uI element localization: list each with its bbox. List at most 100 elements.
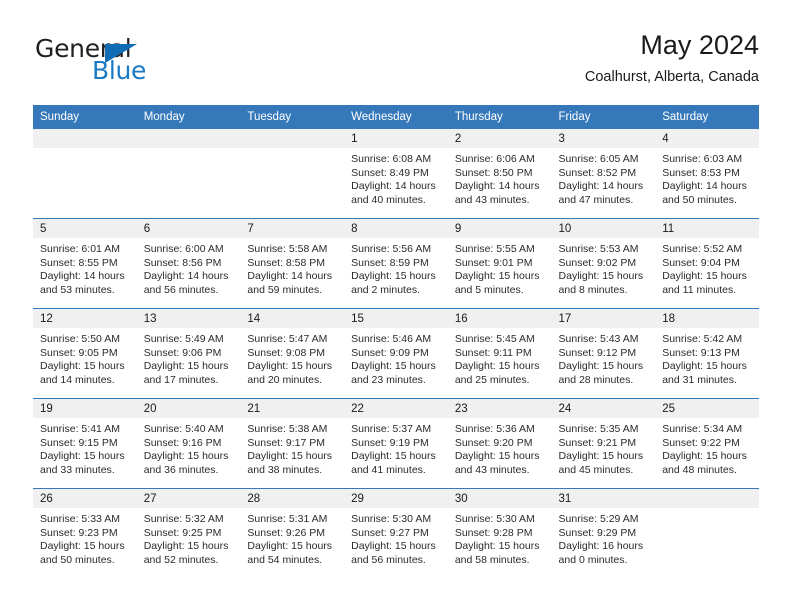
day-details: Sunrise: 5:42 AM Sunset: 9:13 PM Daylight:… bbox=[655, 328, 759, 387]
day-number: 6 bbox=[136, 219, 241, 238]
day-number: 20 bbox=[136, 399, 241, 418]
sunset-text: Sunset: 9:08 PM bbox=[247, 346, 326, 359]
day-details: Sunrise: 5:45 AM Sunset: 9:11 PM Daylight:… bbox=[448, 328, 552, 387]
calendar-day-cell[interactable]: 16 Sunrise: 5:45 AM Sunset: 9:11 PM Dayligh… bbox=[447, 308, 552, 399]
calendar-day-cell[interactable]: 13 Sunrise: 5:49 AM Sunset: 9:06 PM Dayligh… bbox=[136, 308, 241, 399]
day-number: 8 bbox=[344, 219, 448, 238]
sunset-text: Sunset: 9:23 PM bbox=[40, 526, 118, 539]
daylight-text: Daylight: 15 hours and 38 minutes. bbox=[247, 450, 333, 476]
calendar-day-cell[interactable]: 24 Sunrise: 5:35 AM Sunset: 9:21 PM Dayligh… bbox=[551, 398, 656, 489]
calendar-day-cell-empty bbox=[33, 129, 137, 219]
day-details: Sunrise: 5:38 AM Sunset: 9:17 PM Daylight:… bbox=[240, 418, 344, 477]
day-number: 27 bbox=[136, 489, 241, 508]
daylight-text: Daylight: 15 hours and 28 minutes. bbox=[558, 360, 644, 386]
day-number: 21 bbox=[240, 399, 345, 418]
daylight-text: Daylight: 15 hours and 58 minutes. bbox=[454, 540, 540, 566]
weekday-header-saturday: Saturday bbox=[655, 105, 759, 129]
calendar-day-cell[interactable]: 19 Sunrise: 5:41 AM Sunset: 9:15 PM Dayligh… bbox=[33, 398, 137, 489]
day-details: Sunrise: 5:50 AM Sunset: 9:05 PM Daylight:… bbox=[33, 328, 137, 387]
sunrise-text: Sunrise: 5:30 AM bbox=[454, 513, 535, 525]
sunrise-text: Sunrise: 5:52 AM bbox=[662, 243, 743, 255]
calendar-day-cell[interactable]: 15 Sunrise: 5:46 AM Sunset: 9:09 PM Dayligh… bbox=[344, 308, 448, 399]
sunset-text: Sunset: 9:13 PM bbox=[662, 346, 740, 359]
daylight-text: Daylight: 15 hours and 17 minutes. bbox=[143, 360, 229, 386]
calendar-day-cell[interactable]: 11 Sunrise: 5:52 AM Sunset: 9:04 PM Dayligh… bbox=[655, 218, 759, 309]
calendar-day-cell[interactable]: 18 Sunrise: 5:42 AM Sunset: 9:13 PM Dayligh… bbox=[655, 308, 759, 399]
calendar-day-cell-inner: 3 Sunrise: 6:05 AM Sunset: 8:52 PM Daylight… bbox=[551, 129, 656, 218]
daylight-text: Daylight: 15 hours and 20 minutes. bbox=[247, 360, 333, 386]
calendar-day-cell[interactable]: 27 Sunrise: 5:32 AM Sunset: 9:25 PM Dayligh… bbox=[136, 488, 241, 578]
calendar-day-cell[interactable]: 3 Sunrise: 6:05 AM Sunset: 8:52 PM Daylight… bbox=[551, 129, 656, 219]
day-number: 13 bbox=[136, 309, 241, 328]
daylight-text: Daylight: 15 hours and 8 minutes. bbox=[558, 270, 644, 296]
daylight-text: Daylight: 15 hours and 25 minutes. bbox=[454, 360, 540, 386]
calendar-day-cell[interactable]: 1 Sunrise: 6:08 AM Sunset: 8:49 PM Daylight… bbox=[344, 129, 448, 219]
day-details: Sunrise: 5:46 AM Sunset: 9:09 PM Daylight:… bbox=[344, 328, 448, 387]
calendar-day-cell[interactable]: 21 Sunrise: 5:38 AM Sunset: 9:17 PM Dayligh… bbox=[240, 398, 345, 489]
calendar-day-cell[interactable]: 20 Sunrise: 5:40 AM Sunset: 9:16 PM Dayligh… bbox=[136, 398, 241, 489]
weekday-header-friday: Friday bbox=[551, 105, 656, 129]
day-number: 2 bbox=[447, 129, 552, 148]
general-blue-logo[interactable]: General Blue bbox=[33, 34, 233, 90]
calendar-day-cell-inner: 8 Sunrise: 5:56 AM Sunset: 8:59 PM Daylight… bbox=[344, 219, 448, 308]
weekday-header-sunday: Sunday bbox=[33, 105, 137, 129]
sunrise-text: Sunrise: 5:37 AM bbox=[351, 423, 432, 435]
daylight-text: Daylight: 15 hours and 56 minutes. bbox=[351, 540, 436, 566]
calendar-day-cell[interactable]: 6 Sunrise: 6:00 AM Sunset: 8:56 PM Daylight… bbox=[136, 218, 241, 309]
sunset-text: Sunset: 9:26 PM bbox=[247, 526, 326, 539]
daylight-text: Daylight: 14 hours and 40 minutes. bbox=[351, 180, 436, 206]
day-number: 5 bbox=[33, 219, 137, 238]
calendar-day-cell[interactable]: 26 Sunrise: 5:33 AM Sunset: 9:23 PM Dayligh… bbox=[33, 488, 137, 578]
calendar-day-cell-inner: 30 Sunrise: 5:30 AM Sunset: 9:28 PM Dayligh… bbox=[447, 489, 552, 578]
calendar-day-cell[interactable]: 8 Sunrise: 5:56 AM Sunset: 8:59 PM Daylight… bbox=[344, 218, 448, 309]
calendar-day-cell[interactable]: 14 Sunrise: 5:47 AM Sunset: 9:08 PM Dayligh… bbox=[240, 308, 345, 399]
calendar-day-cell[interactable]: 17 Sunrise: 5:43 AM Sunset: 9:12 PM Dayligh… bbox=[551, 308, 656, 399]
calendar-day-cell[interactable]: 9 Sunrise: 5:55 AM Sunset: 9:01 PM Daylight… bbox=[447, 218, 552, 309]
calendar-day-cell[interactable]: 25 Sunrise: 5:34 AM Sunset: 9:22 PM Dayligh… bbox=[655, 398, 759, 489]
day-number: 11 bbox=[655, 219, 759, 238]
day-number: 1 bbox=[344, 129, 448, 148]
calendar-day-cell[interactable]: 5 Sunrise: 6:01 AM Sunset: 8:55 PM Daylight… bbox=[33, 218, 137, 309]
day-details: Sunrise: 6:05 AM Sunset: 8:52 PM Daylight:… bbox=[552, 148, 656, 207]
calendar-day-cell[interactable]: 12 Sunrise: 5:50 AM Sunset: 9:05 PM Dayligh… bbox=[33, 308, 137, 399]
sunset-text: Sunset: 9:22 PM bbox=[662, 436, 740, 449]
weekday-header-wednesday: Wednesday bbox=[344, 105, 448, 129]
sunrise-text: Sunrise: 5:55 AM bbox=[454, 243, 535, 255]
daylight-text: Daylight: 15 hours and 31 minutes. bbox=[662, 360, 747, 386]
day-details: Sunrise: 5:56 AM Sunset: 8:59 PM Daylight:… bbox=[344, 238, 448, 297]
day-details: Sunrise: 6:06 AM Sunset: 8:50 PM Daylight:… bbox=[448, 148, 552, 207]
day-details: Sunrise: 5:29 AM Sunset: 9:29 PM Daylight:… bbox=[552, 508, 656, 567]
calendar-day-cell-empty bbox=[655, 488, 759, 578]
sunset-text: Sunset: 9:06 PM bbox=[143, 346, 222, 359]
day-details: Sunrise: 6:00 AM Sunset: 8:56 PM Daylight:… bbox=[137, 238, 241, 297]
daylight-text: Daylight: 15 hours and 54 minutes. bbox=[247, 540, 333, 566]
calendar-day-cell[interactable]: 29 Sunrise: 5:30 AM Sunset: 9:27 PM Dayligh… bbox=[344, 488, 448, 578]
calendar-day-cell[interactable]: 4 Sunrise: 6:03 AM Sunset: 8:53 PM Daylight… bbox=[655, 129, 759, 219]
calendar-day-cell-inner: 11 Sunrise: 5:52 AM Sunset: 9:04 PM Dayligh… bbox=[655, 219, 759, 308]
calendar-day-cell-inner: 17 Sunrise: 5:43 AM Sunset: 9:12 PM Dayligh… bbox=[551, 309, 656, 398]
sunrise-text: Sunrise: 5:46 AM bbox=[351, 333, 432, 345]
calendar-day-cell[interactable]: 10 Sunrise: 5:53 AM Sunset: 9:02 PM Dayligh… bbox=[551, 218, 656, 309]
daylight-text: Daylight: 15 hours and 41 minutes. bbox=[351, 450, 436, 476]
calendar-day-cell[interactable]: 7 Sunrise: 5:58 AM Sunset: 8:58 PM Daylight… bbox=[240, 218, 345, 309]
day-number: 31 bbox=[551, 489, 656, 508]
calendar-day-cell-inner: 22 Sunrise: 5:37 AM Sunset: 9:19 PM Dayligh… bbox=[344, 399, 448, 488]
day-number: 24 bbox=[551, 399, 656, 418]
daylight-text: Daylight: 14 hours and 47 minutes. bbox=[558, 180, 644, 206]
calendar-day-cell[interactable]: 28 Sunrise: 5:31 AM Sunset: 9:26 PM Dayligh… bbox=[240, 488, 345, 578]
calendar-day-cell[interactable]: 30 Sunrise: 5:30 AM Sunset: 9:28 PM Dayligh… bbox=[447, 488, 552, 578]
daylight-text: Daylight: 15 hours and 36 minutes. bbox=[143, 450, 229, 476]
daylight-text: Daylight: 15 hours and 11 minutes. bbox=[662, 270, 747, 296]
day-number: 22 bbox=[344, 399, 448, 418]
calendar-day-cell[interactable]: 22 Sunrise: 5:37 AM Sunset: 9:19 PM Dayligh… bbox=[344, 398, 448, 489]
sunrise-text: Sunrise: 5:31 AM bbox=[247, 513, 328, 525]
day-details: Sunrise: 5:49 AM Sunset: 9:06 PM Daylight:… bbox=[137, 328, 241, 387]
daylight-text: Daylight: 16 hours and 0 minutes. bbox=[558, 540, 644, 566]
sunrise-text: Sunrise: 6:05 AM bbox=[558, 153, 639, 165]
calendar-day-cell[interactable]: 31 Sunrise: 5:29 AM Sunset: 9:29 PM Dayligh… bbox=[551, 488, 656, 578]
calendar-day-cell[interactable]: 2 Sunrise: 6:06 AM Sunset: 8:50 PM Daylight… bbox=[447, 129, 552, 219]
sunset-text: Sunset: 9:02 PM bbox=[558, 256, 637, 269]
calendar-day-cell[interactable]: 23 Sunrise: 5:36 AM Sunset: 9:20 PM Dayligh… bbox=[447, 398, 552, 489]
day-details: Sunrise: 5:37 AM Sunset: 9:19 PM Daylight:… bbox=[344, 418, 448, 477]
calendar-day-cell-inner: 7 Sunrise: 5:58 AM Sunset: 8:58 PM Daylight… bbox=[240, 219, 345, 308]
